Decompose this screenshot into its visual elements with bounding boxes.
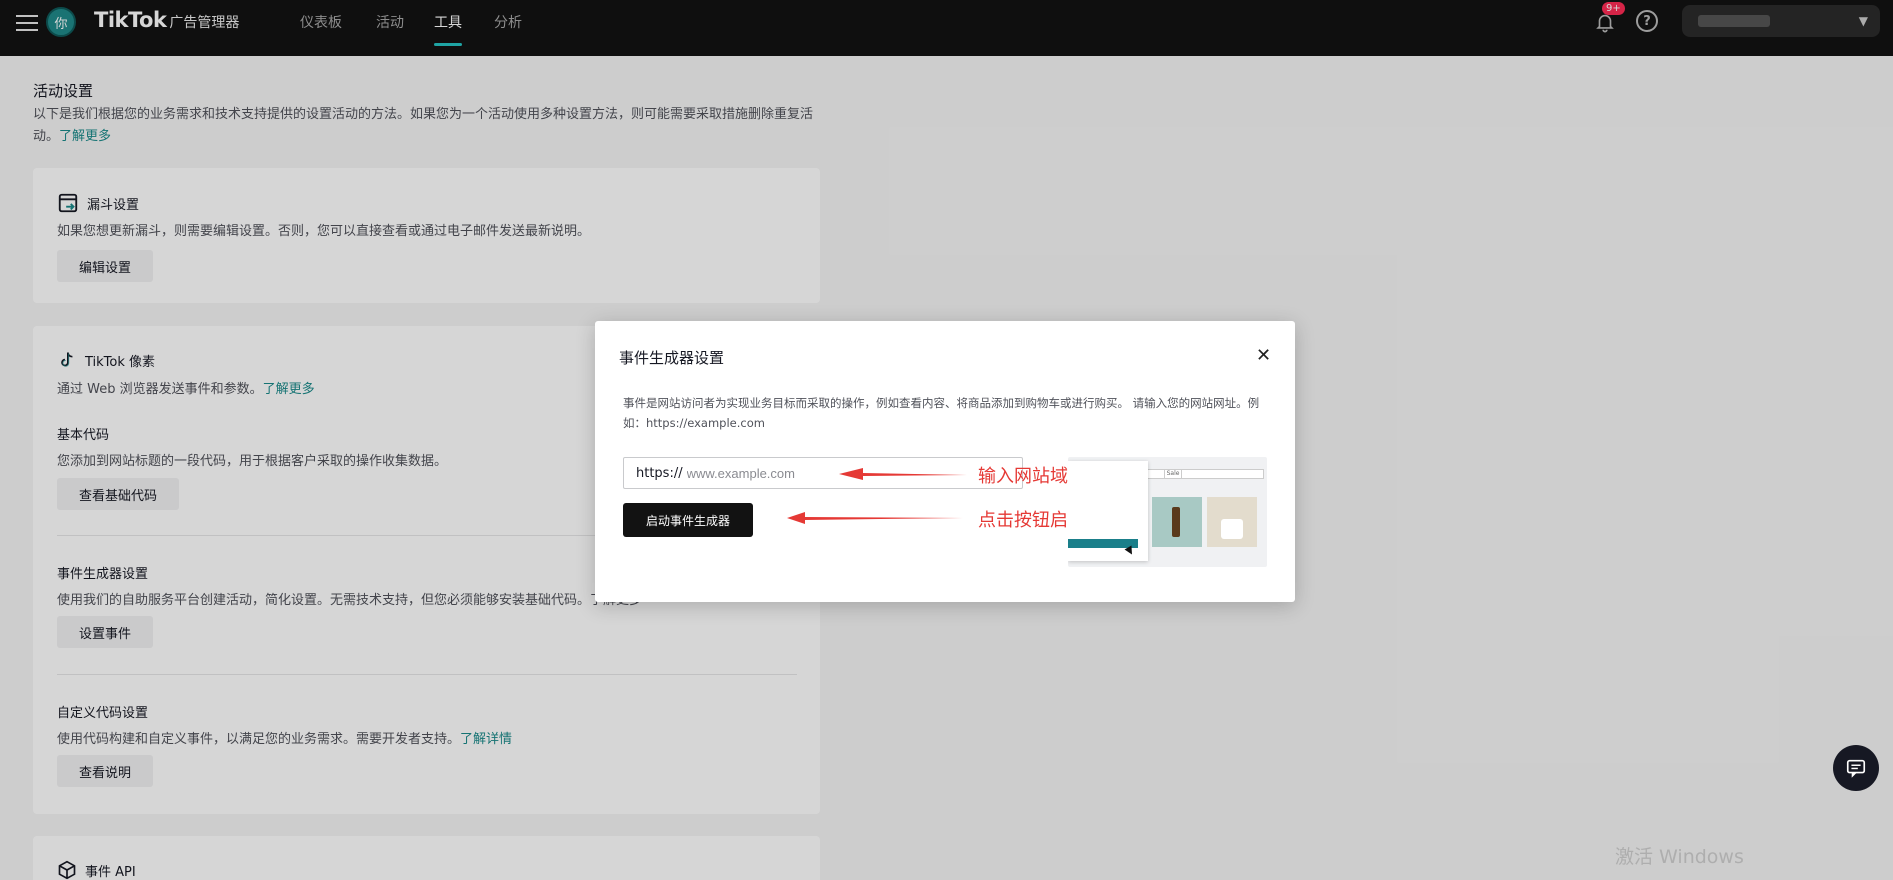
preview-bottle <box>1172 507 1180 537</box>
preview-product-image <box>1207 497 1257 547</box>
preview-jar <box>1221 519 1243 539</box>
modal-backdrop-top[interactable] <box>0 0 1893 56</box>
event-builder-modal: 事件生成器设置 ✕ 事件是网站访问者为实现业务目标而采取的操作，例如查看内容、将… <box>595 321 1295 602</box>
windows-activation-watermark: 激活 Windows <box>1615 846 1744 868</box>
preview-product-image <box>1152 497 1202 547</box>
annotation-arrow-button <box>787 512 963 524</box>
chat-icon <box>1846 759 1866 778</box>
preview-panel <box>1068 461 1148 561</box>
preview-search-bar <box>1138 469 1264 479</box>
preview-tab: Sale <box>1164 469 1182 479</box>
event-builder-preview-image: ds Sale <box>1068 457 1267 567</box>
chat-support-button[interactable] <box>1833 745 1879 791</box>
annotation-arrow-url <box>839 468 967 480</box>
